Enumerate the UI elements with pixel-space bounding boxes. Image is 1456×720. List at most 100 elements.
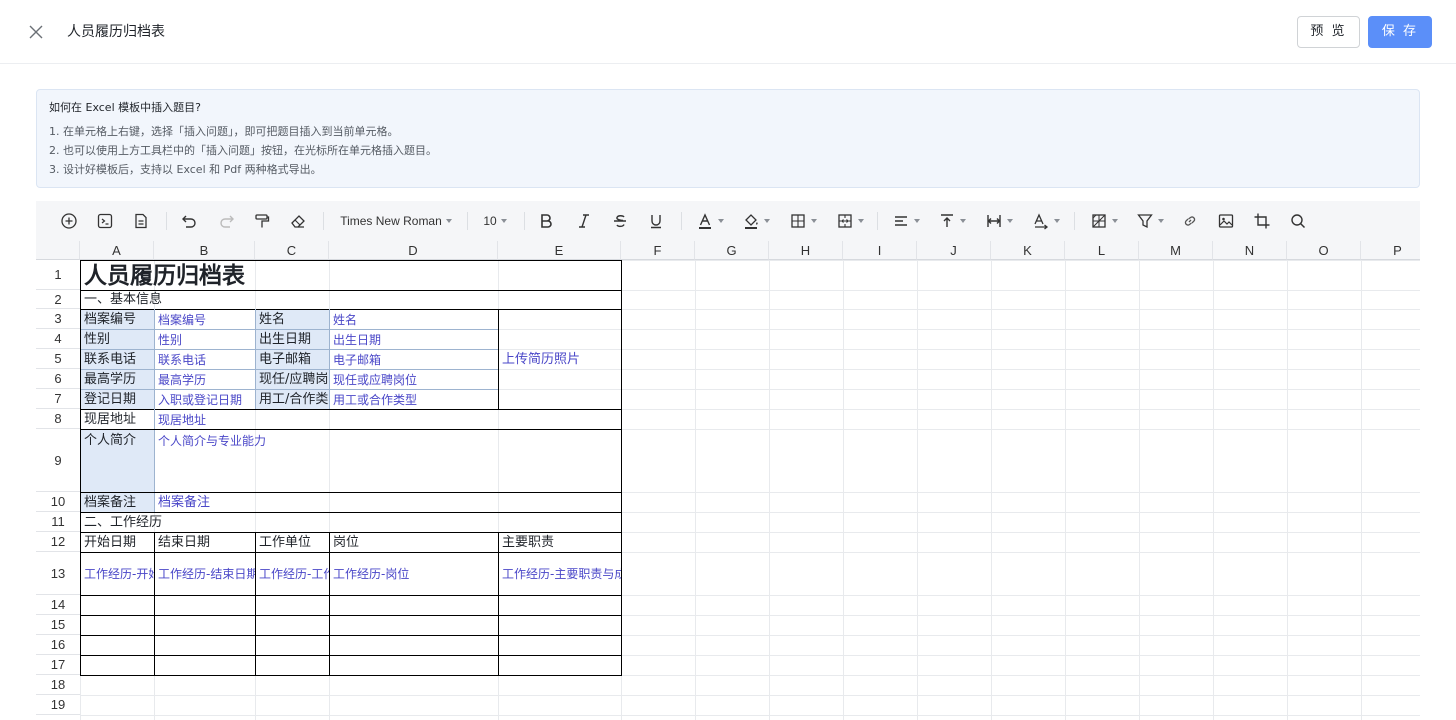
question-cell[interactable]: 现任或应聘岗位 <box>330 370 498 389</box>
question-cell[interactable]: 工作经历-主要职责与成果 <box>499 553 621 595</box>
column-header[interactable]: H <box>769 241 843 260</box>
table-header-cell[interactable]: 主要职责 <box>499 533 621 552</box>
strikethrough-icon[interactable] <box>609 209 631 233</box>
question-cell[interactable]: 入职或登记日期 <box>155 390 255 409</box>
crop-icon[interactable] <box>1251 209 1273 233</box>
save-button[interactable]: 保 存 <box>1368 16 1432 48</box>
section-title-cell[interactable]: 二、工作经历 <box>81 513 621 532</box>
table-header-cell[interactable]: 结束日期 <box>155 533 255 552</box>
row-header[interactable]: 5 <box>36 349 80 369</box>
column-header[interactable]: P <box>1361 241 1420 260</box>
table-header-cell[interactable]: 工作单位 <box>256 533 329 552</box>
label-cell[interactable]: 现居地址 <box>81 410 154 429</box>
question-cell[interactable]: 出生日期 <box>330 330 498 349</box>
format-painter-icon[interactable] <box>251 209 273 233</box>
undo-icon[interactable] <box>178 209 200 233</box>
question-cell[interactable]: 工作经历-工作单位 <box>256 553 329 595</box>
label-cell[interactable]: 现任/应聘岗位 <box>256 370 329 389</box>
text-rotate-icon[interactable] <box>1029 209 1063 233</box>
label-cell[interactable]: 电子邮箱 <box>256 350 329 369</box>
row-header[interactable]: 16 <box>36 635 80 655</box>
column-header[interactable]: I <box>843 241 917 260</box>
row-header[interactable]: 12 <box>36 532 80 552</box>
column-header[interactable]: J <box>917 241 991 260</box>
row-header[interactable]: 17 <box>36 655 80 675</box>
question-cell[interactable]: 档案编号 <box>155 310 255 329</box>
font-family-select[interactable]: Times New Roman <box>336 209 456 233</box>
row-header[interactable]: 15 <box>36 615 80 635</box>
column-header[interactable]: L <box>1065 241 1139 260</box>
row-header[interactable]: 9 <box>36 429 80 492</box>
link-icon[interactable] <box>1179 209 1201 233</box>
font-size-select[interactable]: 10 <box>479 209 511 233</box>
row-header[interactable]: 4 <box>36 329 80 349</box>
select-all-corner[interactable] <box>36 241 80 260</box>
row-header[interactable]: 8 <box>36 409 80 429</box>
column-header[interactable]: E <box>498 241 621 260</box>
label-cell[interactable]: 联系电话 <box>81 350 154 369</box>
question-cell[interactable]: 用工或合作类型 <box>330 390 498 409</box>
label-cell[interactable]: 最高学历 <box>81 370 154 389</box>
column-header[interactable]: N <box>1213 241 1287 260</box>
image-icon[interactable] <box>1215 209 1237 233</box>
underline-icon[interactable] <box>645 209 667 233</box>
label-cell[interactable]: 姓名 <box>256 310 329 329</box>
row-header[interactable]: 13 <box>36 552 80 595</box>
table-header-cell[interactable]: 开始日期 <box>81 533 154 552</box>
search-icon[interactable] <box>1287 209 1309 233</box>
fill-color-icon[interactable] <box>739 209 773 233</box>
question-cell[interactable]: 姓名 <box>330 310 498 329</box>
label-cell[interactable]: 档案编号 <box>81 310 154 329</box>
label-cell[interactable]: 登记日期 <box>81 390 154 409</box>
question-cell[interactable]: 工作经历-岗位 <box>330 553 498 595</box>
insert-question-icon[interactable] <box>58 209 80 233</box>
italic-icon[interactable] <box>573 209 595 233</box>
spreadsheet-grid[interactable]: ABCDEFGHIJKLMNOP 1 2 3 4 5 6 7 8 9 10 11 12 13 14 15 16… <box>36 241 1420 720</box>
text-wrap-icon[interactable] <box>982 209 1016 233</box>
formula-icon[interactable] <box>94 209 116 233</box>
question-cell[interactable]: 最高学历 <box>155 370 255 389</box>
column-header[interactable]: F <box>621 241 695 260</box>
column-header[interactable]: G <box>695 241 769 260</box>
row-header[interactable]: 11 <box>36 512 80 532</box>
merge-cells-icon[interactable] <box>833 209 867 233</box>
column-header[interactable]: K <box>991 241 1065 260</box>
row-header[interactable]: 14 <box>36 595 80 615</box>
question-cell[interactable]: 档案备注 <box>155 493 621 512</box>
font-color-icon[interactable] <box>693 209 727 233</box>
label-cell[interactable]: 个人简介 <box>81 430 154 492</box>
table-header-cell[interactable]: 岗位 <box>330 533 498 552</box>
row-header[interactable]: 7 <box>36 389 80 409</box>
column-header[interactable]: O <box>1287 241 1361 260</box>
filter-icon[interactable] <box>1133 209 1167 233</box>
border-icon[interactable] <box>786 209 820 233</box>
redo-icon[interactable] <box>216 209 238 233</box>
section-title-cell[interactable]: 一、基本信息 <box>81 291 621 309</box>
question-cell[interactable]: 工作经历-开始日期 <box>81 553 154 595</box>
row-header[interactable]: 18 <box>36 675 80 695</box>
label-cell[interactable]: 出生日期 <box>256 330 329 349</box>
row-header[interactable]: 19 <box>36 695 80 715</box>
sheet-title-cell[interactable]: 人员履历归档表 <box>81 261 621 290</box>
label-cell[interactable]: 档案备注 <box>81 493 154 512</box>
column-header[interactable]: C <box>255 241 329 260</box>
row-header[interactable]: 1 <box>36 260 80 290</box>
question-cell[interactable]: 个人简介与专业能力 <box>155 430 621 492</box>
vertical-align-icon[interactable] <box>935 209 969 233</box>
label-cell[interactable]: 用工/合作类型 <box>256 390 329 409</box>
conditional-format-icon[interactable] <box>1087 209 1121 233</box>
row-header[interactable]: 6 <box>36 369 80 389</box>
preview-button[interactable]: 预 览 <box>1297 16 1360 48</box>
horizontal-align-icon[interactable] <box>889 209 923 233</box>
row-header[interactable]: 10 <box>36 492 80 512</box>
column-header[interactable]: D <box>329 241 498 260</box>
column-header[interactable]: B <box>154 241 255 260</box>
photo-upload-cell[interactable]: 上传简历照片 <box>499 310 621 409</box>
question-cell[interactable]: 联系电话 <box>155 350 255 369</box>
row-header[interactable]: 3 <box>36 309 80 329</box>
bold-icon[interactable] <box>535 209 557 233</box>
question-cell[interactable]: 电子邮箱 <box>330 350 498 369</box>
eraser-icon[interactable] <box>287 209 309 233</box>
question-cell[interactable]: 工作经历-结束日期 <box>155 553 255 595</box>
document-icon[interactable] <box>130 209 152 233</box>
